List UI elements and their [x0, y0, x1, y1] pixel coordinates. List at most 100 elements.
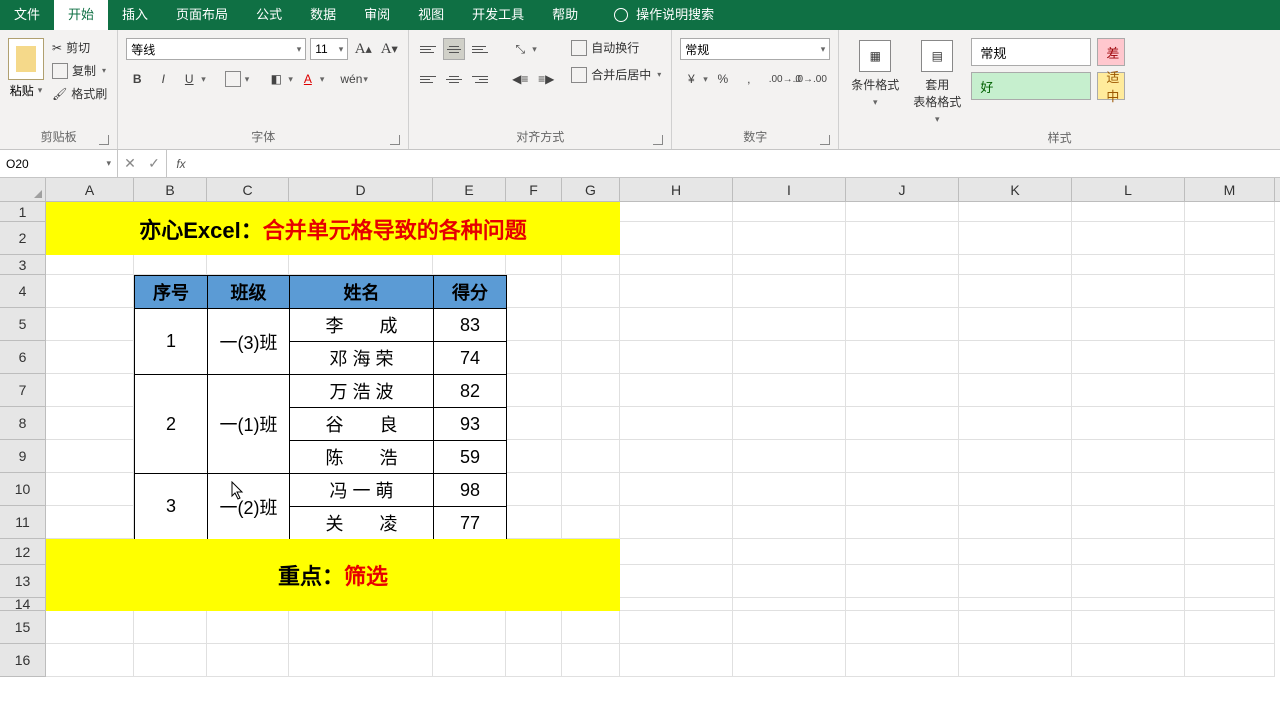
number-format-select[interactable]: 常规▾: [680, 38, 830, 60]
tab-data[interactable]: 数据: [296, 0, 350, 30]
row-header-16[interactable]: 16: [0, 644, 45, 677]
comma-button[interactable]: ,: [738, 68, 760, 90]
row-header-5[interactable]: 5: [0, 308, 45, 341]
cell-score[interactable]: 82: [434, 375, 507, 408]
name-box[interactable]: O20▾: [0, 150, 118, 177]
dialog-launcher-icon[interactable]: [820, 135, 830, 145]
align-center-button[interactable]: [443, 68, 465, 90]
cell-name[interactable]: 邓 海 荣: [290, 342, 434, 375]
font-name-select[interactable]: 等线▾: [126, 38, 306, 60]
cancel-formula-button[interactable]: ✕: [118, 155, 142, 172]
cell-score[interactable]: 77: [434, 507, 507, 540]
italic-button[interactable]: I: [152, 68, 174, 90]
row-header-14[interactable]: 14: [0, 598, 45, 611]
row-header-7[interactable]: 7: [0, 374, 45, 407]
cell-styles-gallery[interactable]: 常规 差 好 适中: [971, 38, 1125, 100]
cell-score[interactable]: 59: [434, 441, 507, 474]
row-header-1[interactable]: 1: [0, 202, 45, 222]
decrease-font-button[interactable]: A▾: [378, 38, 400, 60]
dialog-launcher-icon[interactable]: [390, 135, 400, 145]
row-header-10[interactable]: 10: [0, 473, 45, 506]
col-header-H[interactable]: H: [620, 178, 733, 201]
cell-seq[interactable]: 3: [135, 474, 208, 540]
align-middle-button[interactable]: [443, 38, 465, 60]
align-top-button[interactable]: [417, 38, 439, 60]
col-header-E[interactable]: E: [433, 178, 506, 201]
cell-class[interactable]: 一(2)班: [208, 474, 290, 540]
select-all-corner[interactable]: [0, 178, 46, 201]
row-header-9[interactable]: 9: [0, 440, 45, 473]
style-good[interactable]: 好: [971, 72, 1091, 100]
increase-decimal-button[interactable]: .00→.0: [774, 68, 796, 90]
border-button[interactable]: ▾: [222, 68, 250, 90]
cell-score[interactable]: 98: [434, 474, 507, 507]
decrease-decimal-button[interactable]: .0→.00: [800, 68, 822, 90]
row-header-13[interactable]: 13: [0, 565, 45, 598]
align-bottom-button[interactable]: [469, 38, 491, 60]
col-header-G[interactable]: G: [562, 178, 620, 201]
cell-class[interactable]: 一(1)班: [208, 375, 290, 474]
merge-center-button[interactable]: 合并后居中▾: [569, 65, 663, 84]
row-header-15[interactable]: 15: [0, 611, 45, 644]
spreadsheet-grid[interactable]: ABCDEFGHIJKLM 12345678910111213141516 亦心…: [0, 178, 1280, 677]
decrease-indent-button[interactable]: ◀≡: [509, 68, 531, 90]
paste-button[interactable]: 粘贴▾: [8, 38, 44, 99]
underline-button[interactable]: U▾: [178, 68, 206, 90]
fill-color-button[interactable]: ◧▾: [265, 68, 293, 90]
cell-score[interactable]: 93: [434, 408, 507, 441]
col-header-K[interactable]: K: [959, 178, 1072, 201]
cell-class[interactable]: 一(3)班: [208, 309, 290, 375]
cell-score[interactable]: 83: [434, 309, 507, 342]
accounting-format-button[interactable]: ¥▾: [680, 68, 708, 90]
conditional-format-button[interactable]: ▦ 条件格式 ▾: [847, 38, 903, 110]
tab-help[interactable]: 帮助: [538, 0, 592, 30]
col-header-C[interactable]: C: [207, 178, 289, 201]
col-header-F[interactable]: F: [506, 178, 562, 201]
style-normal[interactable]: 常规: [971, 38, 1091, 66]
dialog-launcher-icon[interactable]: [653, 135, 663, 145]
format-painter-button[interactable]: 🖌 格式刷: [50, 84, 109, 103]
cell-score[interactable]: 74: [434, 342, 507, 375]
tab-developer[interactable]: 开发工具: [458, 0, 538, 30]
col-header-M[interactable]: M: [1185, 178, 1275, 201]
increase-font-button[interactable]: A▴: [352, 38, 374, 60]
percent-button[interactable]: %: [712, 68, 734, 90]
cell-name[interactable]: 李 成: [290, 309, 434, 342]
tab-view[interactable]: 视图: [404, 0, 458, 30]
tell-me-search[interactable]: 操作说明搜索: [600, 0, 728, 30]
style-bad[interactable]: 差: [1097, 38, 1125, 66]
cell-seq[interactable]: 1: [135, 309, 208, 375]
bold-button[interactable]: B: [126, 68, 148, 90]
row-header-6[interactable]: 6: [0, 341, 45, 374]
col-header-B[interactable]: B: [134, 178, 207, 201]
tab-review[interactable]: 审阅: [350, 0, 404, 30]
col-header-A[interactable]: A: [46, 178, 134, 201]
cell-name[interactable]: 关 凌: [290, 507, 434, 540]
style-neutral[interactable]: 适中: [1097, 72, 1125, 100]
copy-button[interactable]: 复制▾: [50, 61, 109, 80]
formula-input[interactable]: [195, 150, 1280, 177]
tab-page-layout[interactable]: 页面布局: [162, 0, 242, 30]
dialog-launcher-icon[interactable]: [99, 135, 109, 145]
align-right-button[interactable]: [469, 68, 491, 90]
row-header-4[interactable]: 4: [0, 275, 45, 308]
tab-formula[interactable]: 公式: [242, 0, 296, 30]
orientation-button[interactable]: ⤡▾: [509, 38, 537, 60]
tab-home[interactable]: 开始: [54, 0, 108, 30]
align-left-button[interactable]: [417, 68, 439, 90]
row-header-3[interactable]: 3: [0, 255, 45, 275]
accept-formula-button[interactable]: ✓: [142, 155, 166, 172]
font-color-button[interactable]: A▾: [297, 68, 325, 90]
row-header-2[interactable]: 2: [0, 222, 45, 255]
font-size-select[interactable]: 11▾: [310, 38, 348, 60]
table-format-button[interactable]: ▤ 套用 表格格式 ▾: [909, 38, 965, 127]
cell-name[interactable]: 万 浩 波: [290, 375, 434, 408]
row-header-8[interactable]: 8: [0, 407, 45, 440]
col-header-D[interactable]: D: [289, 178, 433, 201]
phonetic-button[interactable]: wén▾: [340, 68, 368, 90]
row-header-11[interactable]: 11: [0, 506, 45, 539]
col-header-I[interactable]: I: [733, 178, 846, 201]
tab-insert[interactable]: 插入: [108, 0, 162, 30]
row-header-12[interactable]: 12: [0, 539, 45, 565]
cell-name[interactable]: 冯 一 萌: [290, 474, 434, 507]
